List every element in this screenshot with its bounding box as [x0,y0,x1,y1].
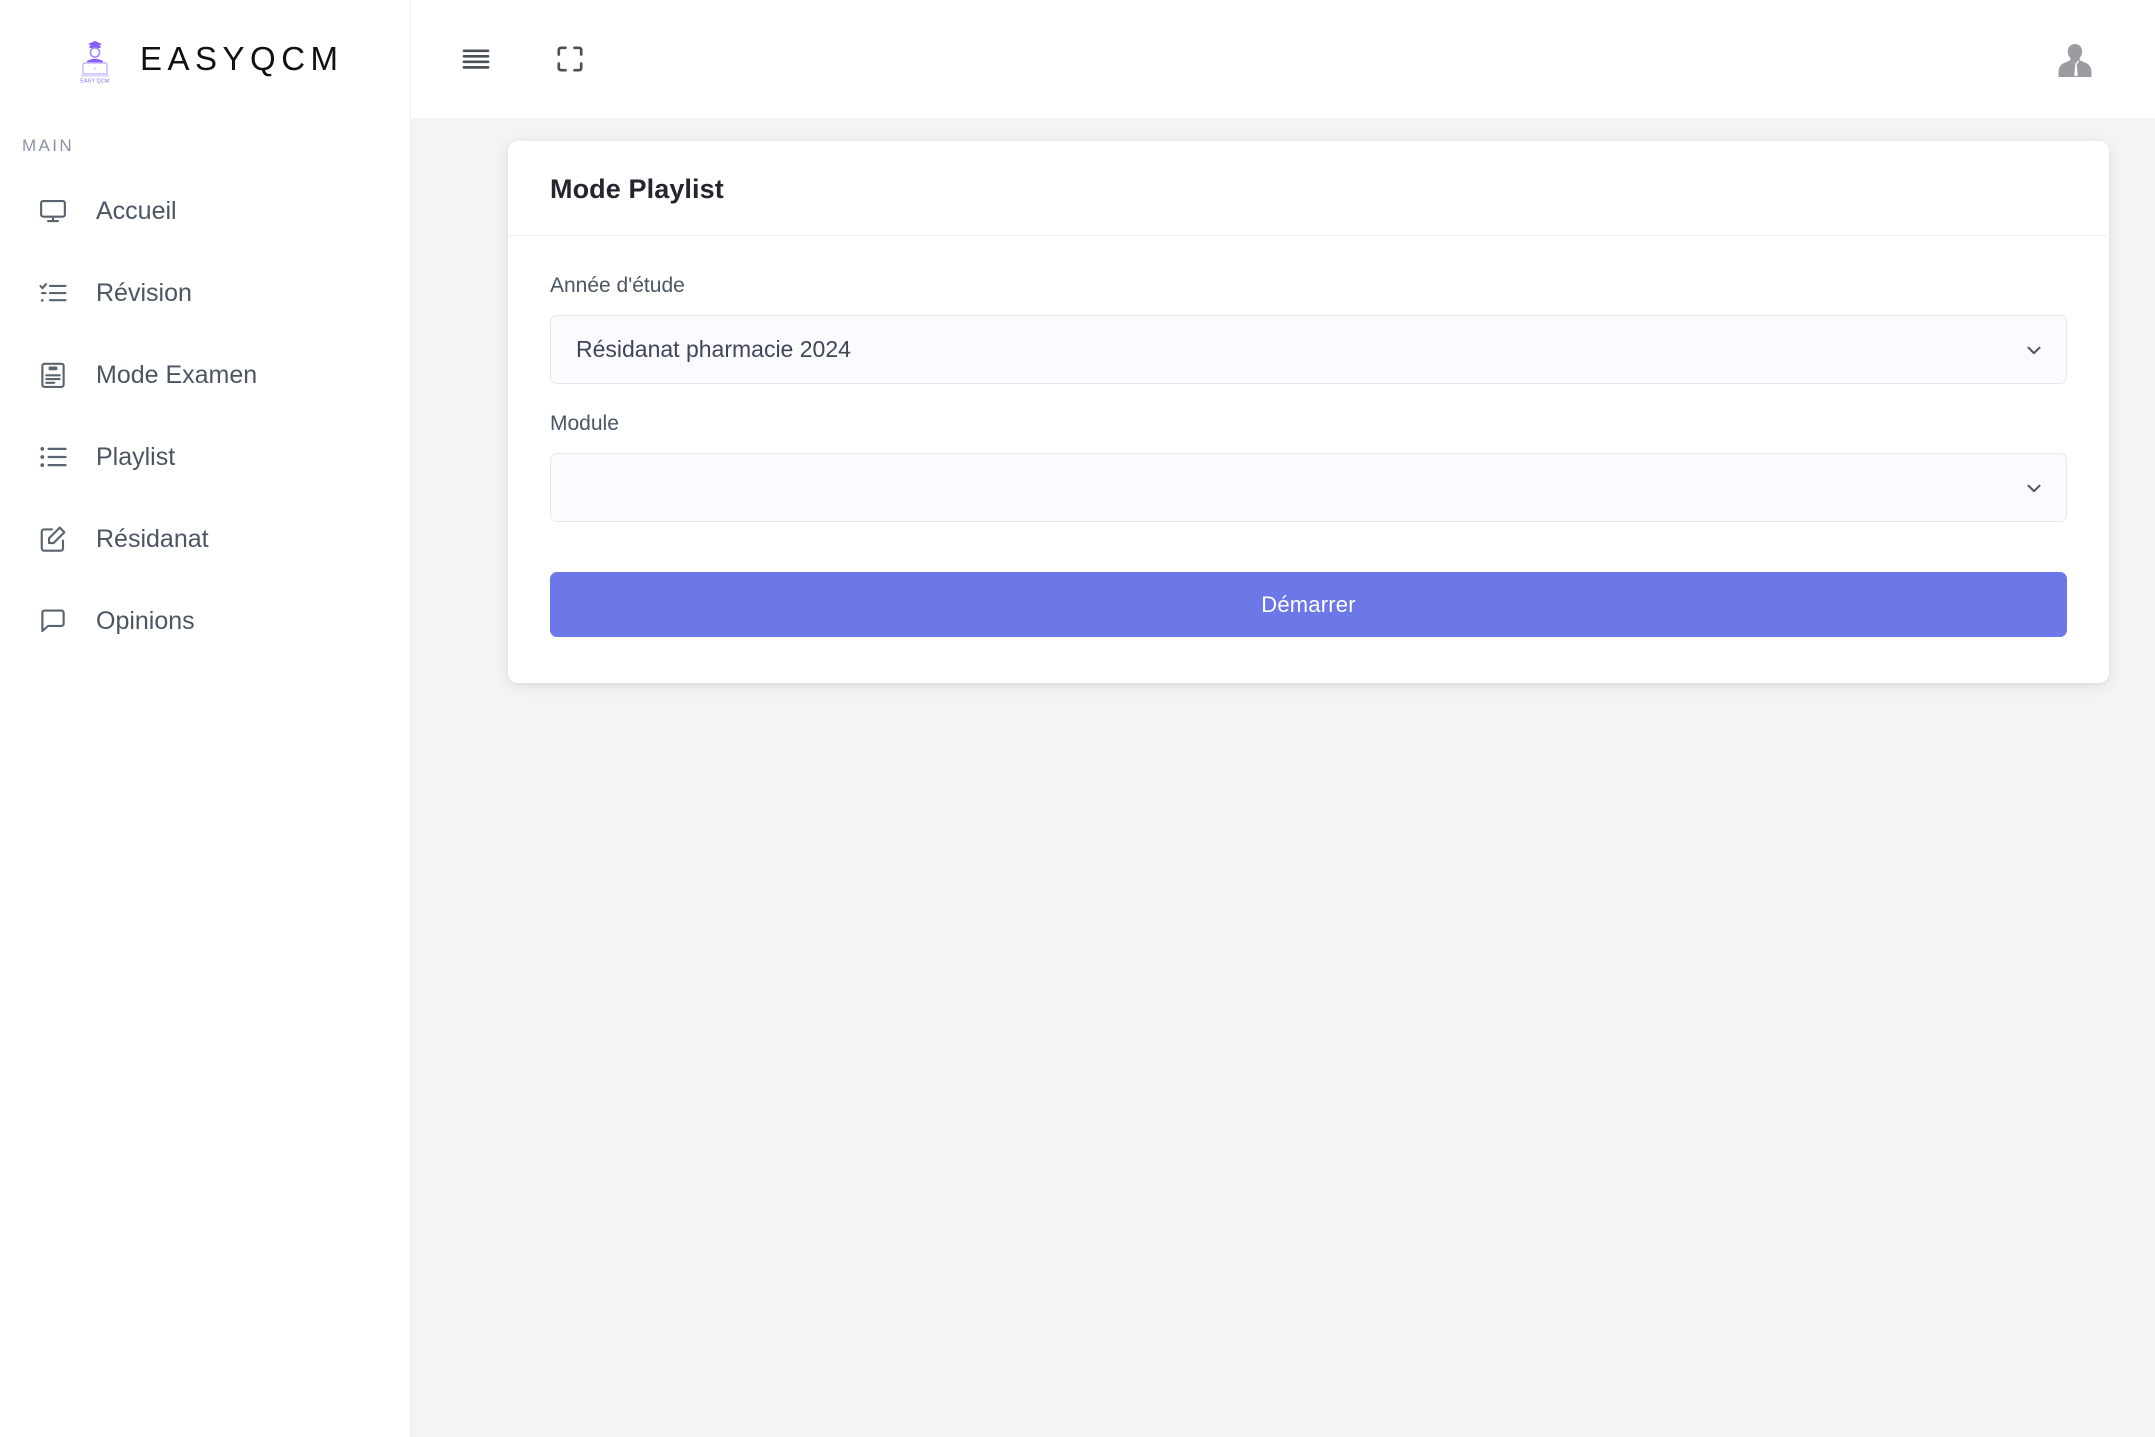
playlist-mode-card: Mode Playlist Année d'étude Résidanat ph… [508,141,2109,683]
sidebar-item-label: Accueil [96,196,177,225]
module-select[interactable] [550,453,2067,522]
monitor-icon [36,194,70,228]
fullscreen-icon[interactable] [539,28,601,90]
brand[interactable]: EASY QCM EASYQCM [0,0,410,118]
topbar [411,0,2155,118]
sidebar: EASY QCM EASYQCM MAIN Accueil Révision M… [0,0,411,1437]
sidebar-item-label: Révision [96,278,192,307]
brand-name: EASYQCM [140,40,344,77]
card-header: Mode Playlist [508,141,2109,236]
sidebar-item-opinions[interactable]: Opinions [0,580,410,662]
chat-bubble-icon [36,604,70,638]
graduate-laptop-logo-icon: EASY QCM [72,34,118,85]
sidebar-item-accueil[interactable]: Accueil [0,170,410,252]
year-select-wrap: Résidanat pharmacie 2024 [550,315,2067,384]
sidebar-nav: Accueil Révision Mode Examen Playlist Ré… [0,170,410,662]
sidebar-item-revision[interactable]: Révision [0,252,410,334]
sidebar-item-label: Mode Examen [96,360,258,389]
app-root: EASY QCM EASYQCM MAIN Accueil Révision M… [0,0,2155,1437]
edit-square-icon [36,522,70,556]
field-module: Module [550,412,2067,522]
main-column: Mode Playlist Année d'étude Résidanat ph… [411,0,2155,1437]
year-label: Année d'étude [550,274,685,297]
sidebar-item-label: Résidanat [96,524,209,553]
page-title: Mode Playlist [550,174,724,204]
svg-text:EASY QCM: EASY QCM [80,79,109,84]
sidebar-section-label: MAIN [22,136,75,155]
topbar-left-actions [445,28,601,90]
avatar[interactable] [2047,31,2103,87]
year-select[interactable]: Résidanat pharmacie 2024 [550,315,2067,384]
sidebar-item-playlist[interactable]: Playlist [0,416,410,498]
checklist-icon [36,276,70,310]
field-year: Année d'étude Résidanat pharmacie 2024 [550,274,2067,384]
hamburger-menu-icon[interactable] [445,28,507,90]
start-button[interactable]: Démarrer [550,572,2067,637]
module-label: Module [550,412,619,435]
clipboard-icon [36,358,70,392]
content-area: Mode Playlist Année d'étude Résidanat ph… [411,118,2155,1437]
card-body: Année d'étude Résidanat pharmacie 2024 M… [508,236,2109,683]
sidebar-item-residanat[interactable]: Résidanat [0,498,410,580]
list-icon [36,440,70,474]
sidebar-item-mode-examen[interactable]: Mode Examen [0,334,410,416]
sidebar-item-label: Playlist [96,442,176,471]
sidebar-item-label: Opinions [96,606,195,635]
module-select-wrap [550,453,2067,522]
